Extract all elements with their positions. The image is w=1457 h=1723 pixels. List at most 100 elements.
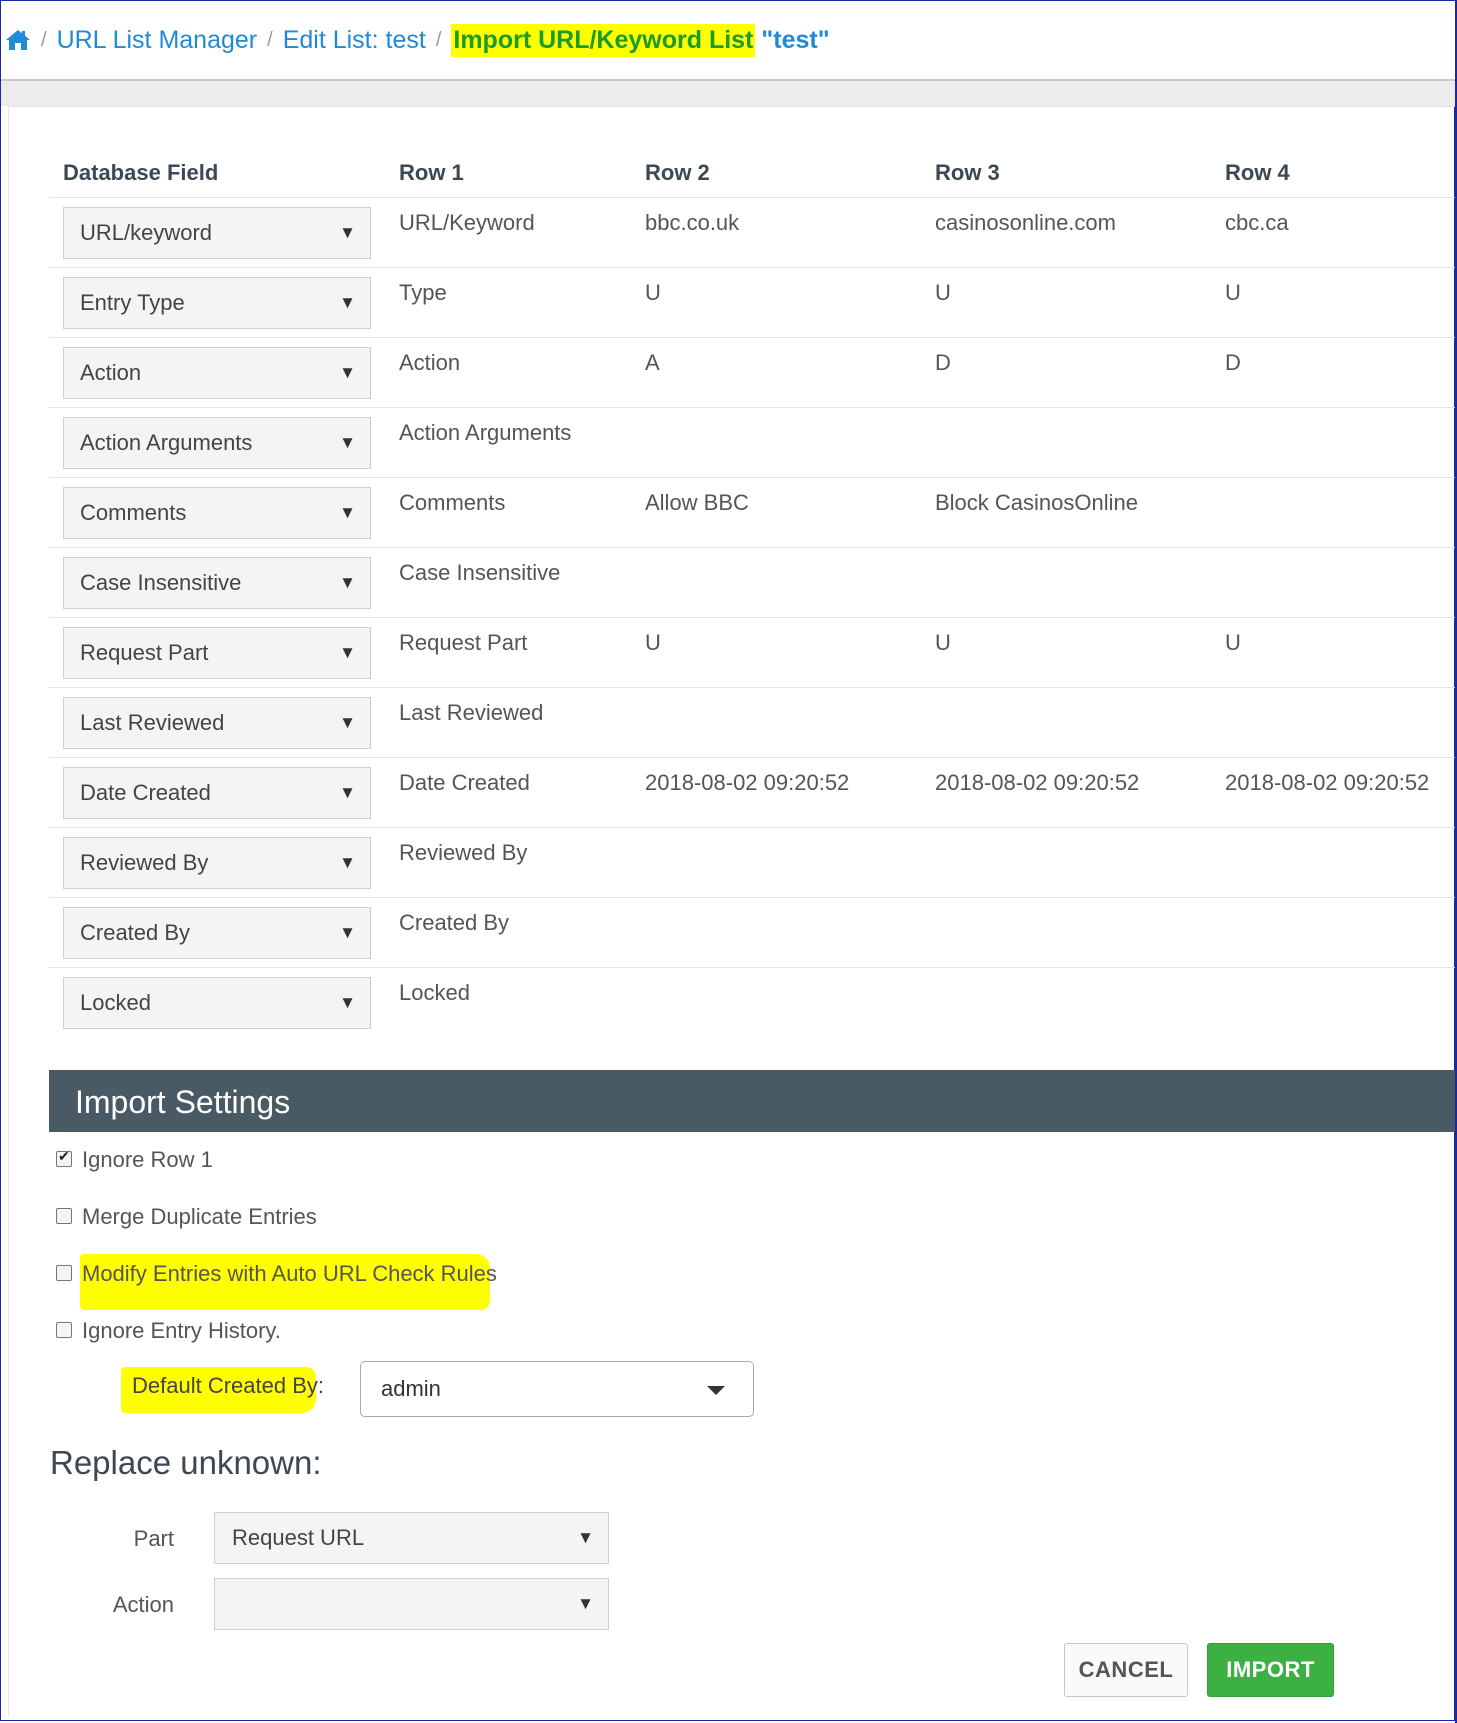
action-select[interactable]: ▼	[214, 1578, 609, 1630]
field-select-locked[interactable]: Locked ▼	[63, 977, 371, 1029]
table-cell: U	[935, 630, 951, 655]
field-select-entry-type[interactable]: Entry Type ▼	[63, 277, 371, 329]
breadcrumb-separator: /	[267, 28, 273, 51]
cancel-button[interactable]: CANCEL	[1064, 1643, 1188, 1697]
field-select-request-part[interactable]: Request Part ▼	[63, 627, 371, 679]
table-cell: Request Part	[399, 630, 528, 655]
table-cell: 2018-08-02 09:20:52	[645, 770, 850, 795]
table-cell: 2018-08-02 09:20:52	[1225, 770, 1430, 795]
table-cell: bbc.co.uk	[645, 210, 740, 235]
part-select[interactable]: Request URL ▼	[214, 1512, 609, 1564]
row-divider	[49, 897, 1455, 898]
caret-down-icon: ▼	[339, 923, 356, 942]
row-divider	[49, 337, 1455, 338]
field-select-value: Action	[80, 360, 142, 385]
merge-duplicates-checkbox[interactable]	[56, 1208, 72, 1224]
field-select-value: Last Reviewed	[80, 710, 225, 735]
ignore-entry-history-checkbox[interactable]	[56, 1322, 72, 1338]
caret-down-icon: ▼	[339, 643, 356, 662]
home-icon[interactable]	[5, 27, 31, 53]
table-cell: cbc.ca	[1225, 210, 1289, 235]
field-select-value: Locked	[80, 990, 151, 1015]
default-created-by-text: Default Created By	[132, 1373, 318, 1398]
row-divider	[49, 827, 1455, 828]
caret-down-icon: ▼	[339, 363, 356, 382]
header-database-field: Database Field	[63, 160, 219, 185]
table-cell: U	[1225, 630, 1241, 655]
field-select-value: Action Arguments	[80, 430, 253, 455]
table-cell: Block CasinosOnline	[935, 490, 1138, 515]
table-cell: URL/Keyword	[399, 210, 535, 235]
row-divider	[49, 967, 1455, 968]
caret-down-icon: ▼	[339, 573, 356, 592]
breadcrumb-edit-list[interactable]: Edit List: test	[283, 26, 426, 55]
breadcrumb-current: Import URL/Keyword List	[451, 23, 756, 57]
field-select-value: Entry Type	[80, 290, 185, 315]
table-cell: Locked	[399, 980, 470, 1005]
caret-down-icon: ▼	[339, 713, 356, 732]
default-created-by-select[interactable]: admin	[360, 1361, 754, 1417]
field-select-created-by[interactable]: Created By ▼	[63, 907, 371, 959]
table-cell: Allow BBC	[645, 490, 749, 515]
header-row-2: Row 2	[645, 160, 710, 185]
caret-down-icon: ▼	[577, 1528, 594, 1547]
caret-down-icon: ▼	[339, 503, 356, 522]
modify-entries-label: Modify Entries with Auto URL Check Rules	[82, 1261, 497, 1286]
breadcrumb-separator: /	[41, 28, 47, 51]
header-row-3: Row 3	[935, 160, 1000, 185]
row-divider	[49, 617, 1455, 618]
caret-down-icon: ▼	[339, 783, 356, 802]
card-left-border	[8, 106, 9, 1716]
caret-down-icon: ▼	[339, 433, 356, 452]
table-cell: Date Created	[399, 770, 530, 795]
field-select-value: URL/keyword	[80, 220, 213, 245]
header-row-4: Row 4	[1225, 160, 1290, 185]
ignore-entry-history-label: Ignore Entry History.	[82, 1318, 281, 1343]
table-cell: D	[1225, 350, 1241, 375]
table-cell: U	[935, 280, 951, 305]
table-cell: Created By	[399, 910, 510, 935]
row-divider	[49, 477, 1455, 478]
breadcrumb: / URL List Manager / Edit List: test / I…	[5, 21, 830, 59]
ignore-row-1-label: Ignore Row 1	[82, 1147, 213, 1172]
field-select-value: Date Created	[80, 780, 211, 805]
caret-down-icon: ▼	[339, 853, 356, 872]
table-cell: U	[645, 630, 661, 655]
field-select-last-reviewed[interactable]: Last Reviewed ▼	[63, 697, 371, 749]
field-select-value: Request Part	[80, 640, 209, 665]
field-select-value: Created By	[80, 920, 191, 945]
field-select-value: Case Insensitive	[80, 570, 242, 595]
breadcrumb-list-name: "test"	[761, 25, 830, 54]
field-select-action[interactable]: Action ▼	[63, 347, 371, 399]
ignore-row-1-checkbox[interactable]	[56, 1148, 72, 1167]
field-select-reviewed-by[interactable]: Reviewed By ▼	[63, 837, 371, 889]
field-select-case-insensitive[interactable]: Case Insensitive ▼	[63, 557, 371, 609]
header-row-1: Row 1	[399, 160, 464, 185]
field-select-action-arguments[interactable]: Action Arguments ▼	[63, 417, 371, 469]
field-select-url-keyword[interactable]: URL/keyword ▼	[63, 207, 371, 259]
default-created-by-label: Default Created By:	[132, 1373, 324, 1398]
import-button[interactable]: IMPORT	[1207, 1643, 1334, 1697]
caret-down-icon: ▼	[339, 223, 356, 242]
table-cell: U	[645, 280, 661, 305]
caret-down-icon: ▼	[339, 293, 356, 312]
row-divider	[49, 547, 1455, 548]
table-cell: Case Insensitive	[399, 560, 561, 585]
table-cell: 2018-08-02 09:20:52	[935, 770, 1140, 795]
row-divider	[49, 267, 1455, 268]
table-header-divider	[49, 197, 1455, 198]
table-cell: Type	[399, 280, 447, 305]
modify-entries-checkbox[interactable]	[56, 1265, 72, 1281]
table-cell: casinosonline.com	[935, 210, 1116, 235]
table-cell: U	[1225, 280, 1241, 305]
replace-unknown-title: Replace unknown:	[50, 1444, 322, 1481]
part-select-value: Request URL	[232, 1525, 365, 1550]
default-created-by-value: admin	[381, 1376, 441, 1401]
field-select-comments[interactable]: Comments ▼	[63, 487, 371, 539]
part-label: Part	[133, 1526, 174, 1551]
breadcrumb-url-list-manager[interactable]: URL List Manager	[57, 26, 258, 55]
breadcrumb-bar: / URL List Manager / Edit List: test / I…	[1, 1, 1455, 81]
row-divider	[49, 687, 1455, 688]
field-select-date-created[interactable]: Date Created ▼	[63, 767, 371, 819]
caret-down-icon	[707, 1386, 725, 1395]
